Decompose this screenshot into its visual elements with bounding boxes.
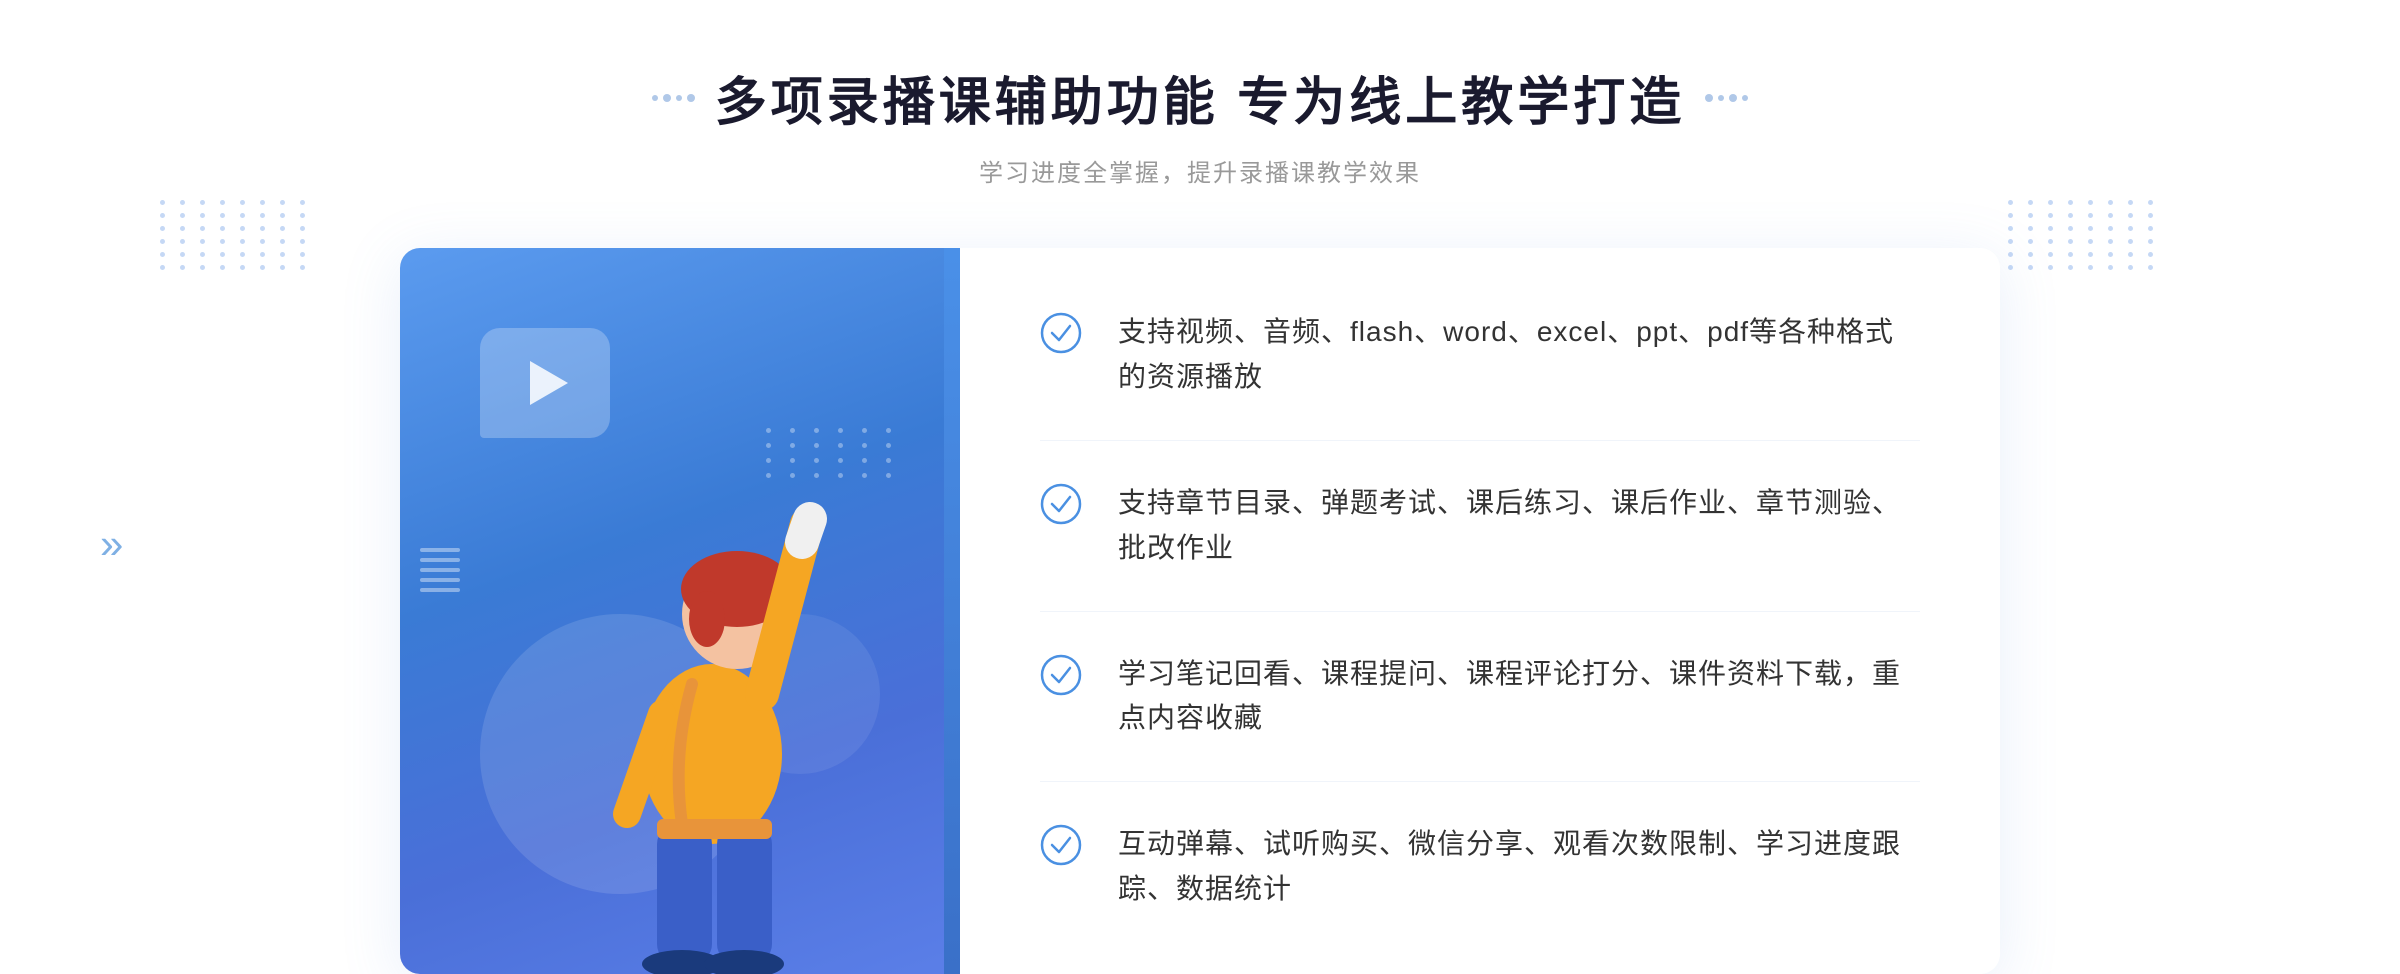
title-dots-right <box>1705 94 1748 102</box>
main-title: 多项录播课辅助功能 专为线上教学打造 <box>715 60 1685 135</box>
title-dot <box>1705 94 1713 102</box>
person-illustration <box>552 394 872 974</box>
check-circle-icon-2 <box>1040 483 1082 525</box>
feature-item-4: 互动弹幕、试听购买、微信分享、观看次数限制、学习进度跟踪、数据统计 <box>1040 782 1920 952</box>
title-dot <box>652 95 658 101</box>
content-card: 支持视频、音频、flash、word、excel、ppt、pdf等各种格式的资源… <box>400 248 2000 974</box>
dots-decoration-left <box>160 200 312 270</box>
accent-bar <box>944 248 960 974</box>
check-circle-icon-3 <box>1040 654 1082 696</box>
title-row: 多项录播课辅助功能 专为线上教学打造 <box>652 60 1748 135</box>
features-panel: 支持视频、音频、flash、word、excel、ppt、pdf等各种格式的资源… <box>960 248 2000 974</box>
title-dots-left <box>652 94 695 102</box>
feature-text-4: 互动弹幕、试听购买、微信分享、观看次数限制、学习进度跟踪、数据统计 <box>1118 822 1920 912</box>
title-dot <box>687 94 695 102</box>
feature-text-1: 支持视频、音频、flash、word、excel、ppt、pdf等各种格式的资源… <box>1118 310 1920 400</box>
half-circles-decoration <box>420 548 460 592</box>
header-section: 多项录播课辅助功能 专为线上教学打造 学习进度全掌握，提升录播课教学效果 <box>652 60 1748 188</box>
title-dot <box>663 94 671 102</box>
check-circle-icon-4 <box>1040 824 1082 866</box>
title-dot <box>676 95 682 101</box>
feature-item-2: 支持章节目录、弹题考试、课后练习、课后作业、章节测验、批改作业 <box>1040 441 1920 612</box>
illustration-panel <box>400 248 960 974</box>
feature-text-3: 学习笔记回看、课程提问、课程评论打分、课件资料下载，重点内容收藏 <box>1118 652 1920 742</box>
dots-decoration-right <box>2008 200 2160 270</box>
subtitle: 学习进度全掌握，提升录播课教学效果 <box>652 153 1748 188</box>
title-dot <box>1729 94 1737 102</box>
feature-item-1: 支持视频、音频、flash、word、excel、ppt、pdf等各种格式的资源… <box>1040 270 1920 441</box>
chevron-decoration: » <box>100 520 115 568</box>
title-dot <box>1742 95 1748 101</box>
feature-item-3: 学习笔记回看、课程提问、课程评论打分、课件资料下载，重点内容收藏 <box>1040 612 1920 783</box>
check-circle-icon-1 <box>1040 312 1082 354</box>
title-dot <box>1718 95 1724 101</box>
feature-text-2: 支持章节目录、弹题考试、课后练习、课后作业、章节测验、批改作业 <box>1118 481 1920 571</box>
page-wrapper: » 多项录播课辅助功能 专为线上教学打造 学习进度全掌握，提升录播课教学效果 <box>0 0 2400 974</box>
